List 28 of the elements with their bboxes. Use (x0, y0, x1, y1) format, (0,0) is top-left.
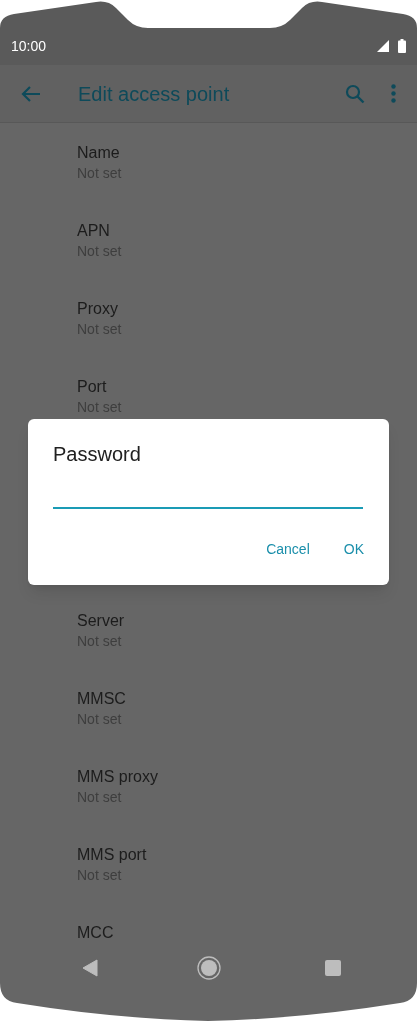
dialog-button[interactable]: OK (331, 531, 376, 567)
setting-title: Server (77, 611, 125, 631)
recents-button[interactable] (325, 960, 341, 976)
home-circle-icon (197, 956, 221, 980)
dialog-title: Password (53, 442, 142, 467)
dialog-button[interactable]: Cancel (254, 531, 322, 567)
setting-title: MMS proxy (77, 767, 158, 787)
setting-title: MMSC (77, 689, 126, 709)
app-bar-title: Edit access point (78, 81, 230, 107)
status-time: 10:00 (11, 37, 47, 56)
setting-title: APN (77, 221, 110, 241)
menu-dots-icon (390, 84, 396, 103)
square-icon (325, 960, 341, 976)
setting-item[interactable]: MCC (0, 903, 417, 943)
triangle-icon (82, 959, 98, 977)
setting-title: Port (77, 377, 107, 397)
setting-title: MCC (77, 923, 114, 943)
setting-title: MMS port (77, 845, 147, 865)
search-button[interactable] (344, 82, 366, 105)
setting-title: Name (77, 143, 120, 163)
signal-icon (377, 40, 389, 52)
search-icon (345, 83, 365, 104)
home-button[interactable] (197, 956, 221, 980)
more-options-button[interactable] (389, 82, 397, 105)
battery-icon (398, 39, 406, 53)
setting-title: Proxy (77, 299, 118, 319)
back-nav-button[interactable] (82, 958, 98, 978)
back-arrow-icon (21, 84, 41, 103)
